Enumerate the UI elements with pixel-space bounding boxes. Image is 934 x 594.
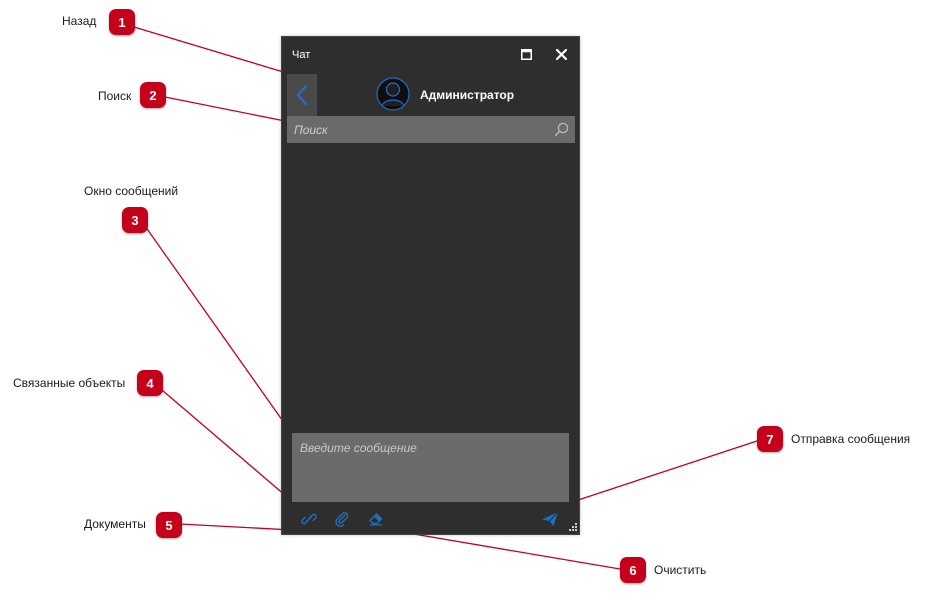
leader-3: [144, 225, 293, 435]
documents-button[interactable]: [332, 509, 352, 529]
callout-badge-1: 1: [109, 9, 135, 35]
close-icon: [555, 48, 567, 60]
callout-label-back: Назад: [62, 14, 97, 28]
close-button[interactable]: [554, 47, 568, 61]
message-compose-box: [292, 433, 569, 502]
callout-label-search: Поиск: [98, 89, 132, 103]
compose-toolbar: [282, 503, 579, 535]
callout-label-messages-window: Окно сообщений: [84, 184, 179, 198]
callout-label-documents: Документы: [84, 517, 146, 531]
send-icon: [542, 511, 559, 526]
leader-6: [395, 530, 621, 570]
chat-window: Чат Администратор: [281, 36, 580, 535]
search-icon[interactable]: [554, 122, 569, 137]
callout-badge-2: 2: [140, 82, 166, 108]
callout-badge-3: 3: [122, 207, 148, 233]
callout-badge-6: 6: [620, 557, 646, 583]
user-avatar-icon: [376, 77, 410, 111]
resize-grip-icon[interactable]: [567, 523, 577, 533]
callout-badge-4: 4: [137, 370, 163, 396]
chat-user-name: Администратор: [420, 88, 515, 102]
back-button[interactable]: [287, 74, 317, 116]
link-icon: [301, 513, 317, 525]
message-input[interactable]: [292, 433, 569, 502]
leader-4: [161, 389, 301, 509]
messages-area[interactable]: [282, 145, 579, 432]
clear-button[interactable]: [366, 509, 386, 529]
callout-label-send-message: Отправка сообщения: [791, 432, 911, 446]
leader-2: [164, 96, 291, 123]
search-box: [287, 116, 575, 143]
callout-label-clear: Очистить: [654, 563, 707, 577]
send-message-button[interactable]: [540, 509, 560, 529]
chevron-left-icon: [296, 84, 308, 106]
callout-label-related-objects: Связанные объекты: [13, 376, 126, 390]
leader-1: [133, 26, 291, 75]
eraser-icon: [369, 513, 383, 526]
maximize-icon: [520, 48, 532, 60]
paperclip-icon: [335, 512, 349, 527]
leader-7: [565, 440, 758, 505]
maximize-button[interactable]: [519, 47, 533, 61]
callout-badge-7: 7: [757, 426, 783, 452]
title-bar: Чат: [282, 37, 579, 73]
window-title: Чат: [292, 49, 311, 61]
callout-badge-5: 5: [156, 512, 182, 538]
chat-header: Администратор: [282, 73, 579, 116]
search-input[interactable]: [287, 116, 575, 143]
related-objects-button[interactable]: [299, 509, 319, 529]
